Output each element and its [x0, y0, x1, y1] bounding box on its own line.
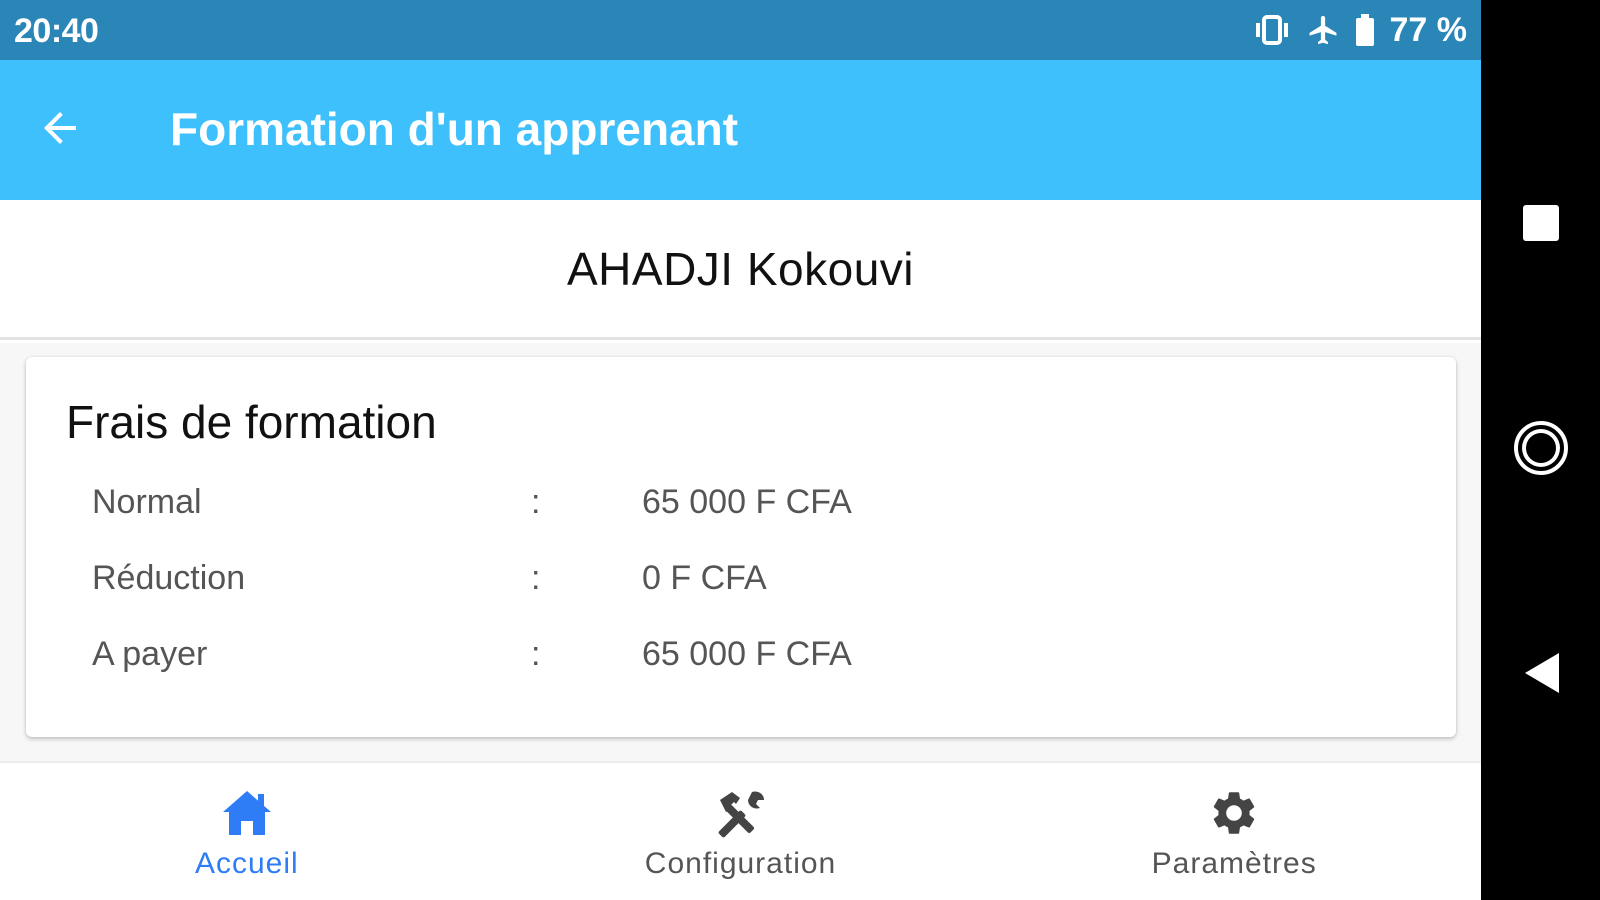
app-bar: Formation d'un apprenant	[0, 60, 1481, 200]
fee-separator: :	[531, 635, 541, 673]
student-name: AHADJI Kokouvi	[566, 242, 914, 295]
fee-row-normal: Normal : 65 000 F CFA	[26, 477, 1456, 527]
fee-row-a-payer: A payer : 65 000 F CFA	[26, 629, 1456, 679]
fee-value: 65 000 F CFA	[642, 483, 852, 521]
fee-value: 0 F CFA	[642, 559, 767, 597]
nav-label: Paramètres	[1151, 847, 1317, 880]
nav-item-parametres[interactable]: Paramètres	[987, 763, 1481, 900]
airplane-mode-icon	[1306, 13, 1340, 47]
app-screen: 20:40 77 % Formation d'un apprenant AHAD…	[0, 0, 1481, 900]
system-navigation-bar	[1481, 0, 1600, 900]
fees-card-title: Frais de formation	[66, 396, 437, 448]
back-triangle-icon	[1519, 649, 1563, 702]
fee-label: Normal	[92, 483, 202, 521]
back-button[interactable]	[28, 98, 92, 162]
page-title: Formation d'un apprenant	[170, 103, 739, 155]
bottom-navigation: Accueil Configuration Paramètres	[0, 761, 1481, 900]
recents-square-icon	[1519, 201, 1563, 250]
battery-icon	[1354, 13, 1376, 47]
nav-label: Configuration	[644, 847, 837, 880]
recents-button[interactable]	[1481, 180, 1600, 270]
vibrate-icon	[1252, 13, 1292, 47]
home-circle-icon	[1511, 418, 1571, 483]
student-name-header: AHADJI Kokouvi	[0, 200, 1481, 340]
fee-separator: :	[531, 559, 541, 597]
nav-item-accueil[interactable]: Accueil	[0, 763, 494, 900]
fees-card: Frais de formation Normal : 65 000 F CFA…	[26, 357, 1456, 737]
gear-icon	[1206, 785, 1262, 841]
status-time: 20:40	[14, 12, 99, 50]
tools-icon	[713, 785, 769, 841]
status-bar: 20:40 77 %	[0, 0, 1481, 60]
system-home-button[interactable]	[1481, 405, 1600, 495]
home-icon	[219, 785, 275, 841]
battery-percentage: 77 %	[1389, 10, 1468, 49]
fee-separator: :	[531, 483, 541, 521]
fee-label: Réduction	[92, 559, 246, 597]
fee-value: 65 000 F CFA	[642, 635, 852, 673]
arrow-left-icon	[36, 104, 84, 157]
fee-label: A payer	[92, 635, 208, 673]
system-back-button[interactable]	[1481, 630, 1600, 720]
nav-label: Accueil	[194, 847, 299, 880]
status-icons: 77 %	[1252, 10, 1468, 50]
fee-row-reduction: Réduction : 0 F CFA	[26, 553, 1456, 603]
nav-item-configuration[interactable]: Configuration	[494, 763, 988, 900]
content-area: Frais de formation Normal : 65 000 F CFA…	[0, 343, 1481, 761]
